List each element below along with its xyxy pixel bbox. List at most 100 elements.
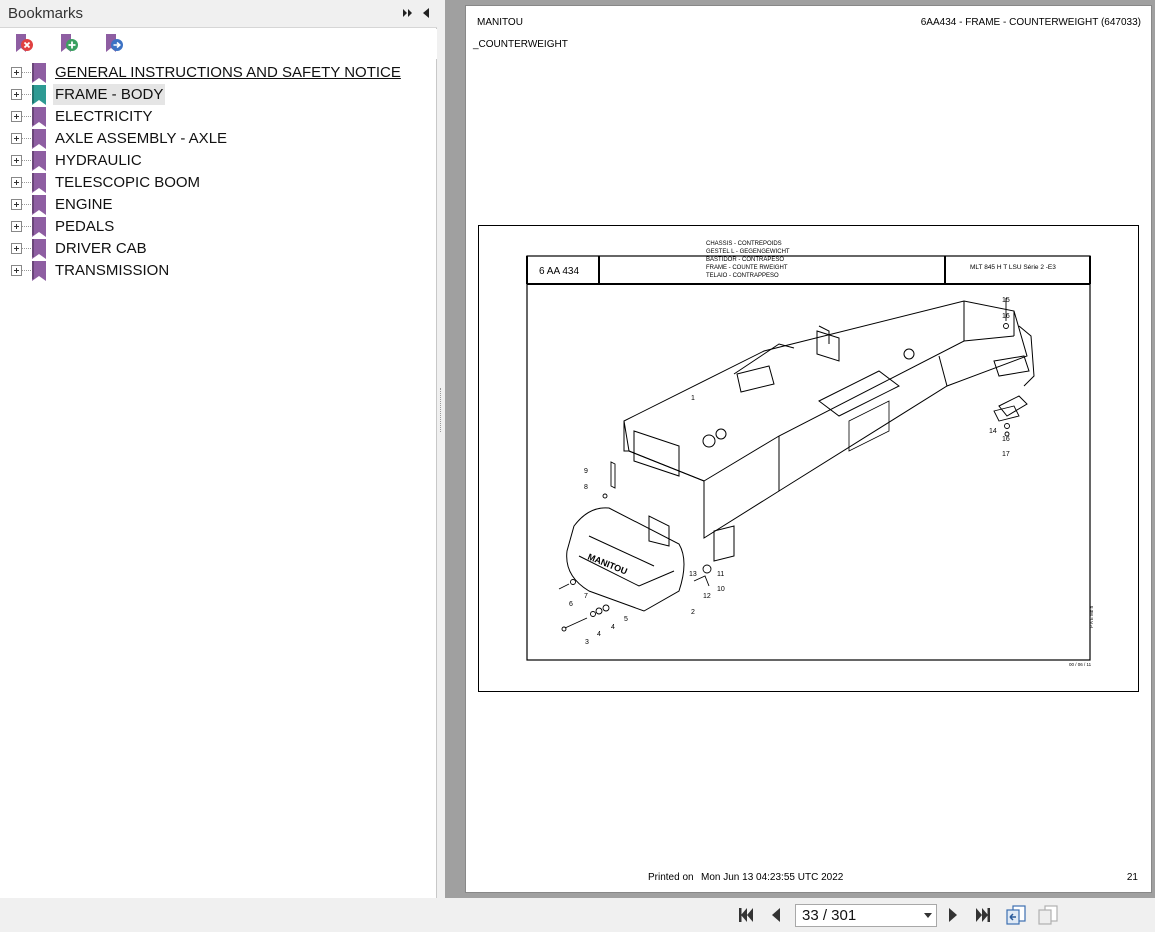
collapse-panel-icon[interactable] bbox=[419, 6, 433, 20]
callout-label: 2 bbox=[691, 609, 695, 616]
page-number-select[interactable]: 33 / 301 bbox=[795, 904, 937, 927]
page-navigation-bar bbox=[0, 898, 1155, 932]
previous-view-icon[interactable] bbox=[1005, 904, 1027, 926]
drawing-side-mark: P A E Mb h bbox=[1089, 605, 1094, 628]
first-page-icon[interactable] bbox=[737, 906, 755, 924]
callout-label: 15 bbox=[1002, 297, 1010, 304]
drawing-model: MLT 845 H T LSU Série 2 -E3 bbox=[970, 264, 1056, 271]
callout-label: 7 bbox=[584, 593, 588, 600]
expand-plus-icon[interactable] bbox=[11, 265, 22, 276]
splitter-grip bbox=[440, 388, 442, 432]
tree-connector bbox=[22, 138, 31, 139]
next-page-icon[interactable] bbox=[944, 906, 962, 924]
drawing-title-line: BASTIDOR - CONTRAPESO bbox=[706, 257, 784, 263]
bookmark-row[interactable]: GENERAL INSTRUCTIONS AND SAFETY NOTICE bbox=[0, 61, 437, 83]
bookmark-label[interactable]: ENGINE bbox=[53, 194, 115, 215]
callout-label: 12 bbox=[703, 593, 711, 600]
expand-panel-icon[interactable] bbox=[401, 6, 415, 20]
bookmark-row[interactable]: ENGINE bbox=[0, 193, 437, 215]
bookmark-row[interactable]: DRIVER CAB bbox=[0, 237, 437, 259]
expand-plus-icon[interactable] bbox=[11, 133, 22, 144]
callout-label: 13 bbox=[689, 571, 697, 578]
bookmark-icon bbox=[32, 217, 46, 237]
callout-label: 1 bbox=[691, 395, 695, 402]
bookmark-label[interactable]: DRIVER CAB bbox=[53, 238, 149, 259]
expand-plus-icon[interactable] bbox=[11, 243, 22, 254]
bookmarks-toolbar bbox=[0, 29, 437, 59]
add-bookmark-icon[interactable] bbox=[57, 32, 81, 56]
callout-label: 11 bbox=[717, 571, 724, 578]
bookmark-icon bbox=[32, 63, 46, 83]
bookmark-label[interactable]: AXLE ASSEMBLY - AXLE bbox=[53, 128, 229, 149]
page-indicator: 33 / 301 bbox=[802, 907, 857, 924]
delete-bookmark-icon[interactable] bbox=[12, 32, 36, 56]
callout-label: 9 bbox=[584, 468, 588, 475]
callout-label: 16 bbox=[1002, 313, 1010, 320]
footer-printed-date: Mon Jun 13 04:23:55 UTC 2022 bbox=[701, 872, 844, 883]
callout-label: 4 bbox=[611, 624, 615, 631]
bookmark-icon bbox=[32, 129, 46, 149]
callout-label: 3 bbox=[585, 639, 589, 646]
drawing-title-line: FRAME - COUNTE RWEIGHT bbox=[706, 265, 788, 271]
bookmark-row[interactable]: AXLE ASSEMBLY - AXLE bbox=[0, 127, 437, 149]
expand-plus-icon[interactable] bbox=[11, 155, 22, 166]
pdf-page: MANITOU 6AA434 - FRAME - COUNTERWEIGHT (… bbox=[465, 5, 1152, 893]
drawing-title-line: GESTEL L - GEGENGEWICHT bbox=[706, 249, 790, 255]
callout-label: 5 bbox=[624, 616, 628, 623]
bookmark-label[interactable]: TELESCOPIC BOOM bbox=[53, 172, 202, 193]
last-page-icon[interactable] bbox=[974, 906, 992, 924]
callout-label: 14 bbox=[989, 428, 997, 435]
bookmark-label[interactable]: PEDALS bbox=[53, 216, 116, 237]
bookmark-row[interactable]: PEDALS bbox=[0, 215, 437, 237]
bookmark-row[interactable]: TELESCOPIC BOOM bbox=[0, 171, 437, 193]
parts-diagram: 6 AA 434 CHASSIS - CONTREPOIDS GESTEL L … bbox=[526, 241, 1094, 667]
parts-drawing-frame: 6 AA 434 CHASSIS - CONTREPOIDS GESTEL L … bbox=[478, 225, 1139, 692]
bookmark-icon bbox=[32, 151, 46, 171]
drawing-title-line: TELAIO - CONTRAPPESO bbox=[706, 273, 779, 279]
document-view[interactable]: MANITOU 6AA434 - FRAME - COUNTERWEIGHT (… bbox=[445, 0, 1155, 898]
tree-connector bbox=[22, 94, 31, 95]
bookmark-label[interactable]: GENERAL INSTRUCTIONS AND SAFETY NOTICE bbox=[53, 62, 403, 83]
bookmark-icon bbox=[32, 261, 46, 281]
bookmark-row[interactable]: FRAME - BODY bbox=[0, 83, 437, 105]
bookmark-icon bbox=[32, 239, 46, 259]
chevron-down-icon bbox=[924, 913, 932, 918]
expand-plus-icon[interactable] bbox=[11, 89, 22, 100]
bookmark-icon bbox=[32, 107, 46, 127]
tree-connector bbox=[22, 182, 31, 183]
bookmark-row[interactable]: TRANSMISSION bbox=[0, 259, 437, 281]
tree-connector bbox=[22, 72, 31, 73]
tree-connector bbox=[22, 248, 31, 249]
expand-plus-icon[interactable] bbox=[11, 177, 22, 188]
next-view-icon[interactable] bbox=[1037, 904, 1059, 926]
callout-label: 6 bbox=[569, 601, 573, 608]
tree-connector bbox=[22, 226, 31, 227]
bookmarks-panel: Bookmarks GENERAL INSTRUCTIONS AND SAFET… bbox=[0, 0, 437, 898]
callout-label: 10 bbox=[717, 586, 725, 593]
tree-connector bbox=[22, 204, 31, 205]
drawing-code: 6 AA 434 bbox=[539, 266, 579, 277]
part-callouts: 1 2 3 4 4 5 6 7 8 9 10 11 12 13 14 15 16… bbox=[569, 297, 1010, 646]
bookmark-label[interactable]: TRANSMISSION bbox=[53, 260, 171, 281]
expand-plus-icon[interactable] bbox=[11, 199, 22, 210]
previous-page-icon[interactable] bbox=[767, 906, 785, 924]
bookmarks-panel-title: Bookmarks bbox=[8, 5, 84, 22]
page-header-right: 6AA434 - FRAME - COUNTERWEIGHT (647033) bbox=[920, 17, 1141, 28]
manitou-logo-mark: MANITOU bbox=[586, 552, 629, 577]
bookmark-row[interactable]: HYDRAULIC bbox=[0, 149, 437, 171]
bookmark-label[interactable]: FRAME - BODY bbox=[53, 84, 166, 105]
expand-plus-icon[interactable] bbox=[11, 67, 22, 78]
tree-connector bbox=[22, 160, 31, 161]
panel-splitter[interactable] bbox=[437, 0, 445, 898]
bookmark-label[interactable]: HYDRAULIC bbox=[53, 150, 144, 171]
bookmark-row[interactable]: ELECTRICITY bbox=[0, 105, 437, 127]
goto-bookmark-icon[interactable] bbox=[102, 32, 126, 56]
bookmark-icon bbox=[32, 195, 46, 215]
callout-label: 4 bbox=[597, 631, 601, 638]
tree-connector bbox=[22, 116, 31, 117]
tree-connector bbox=[22, 270, 31, 271]
page-header-left: MANITOU bbox=[477, 17, 523, 28]
bookmark-label[interactable]: ELECTRICITY bbox=[53, 106, 155, 127]
expand-plus-icon[interactable] bbox=[11, 221, 22, 232]
expand-plus-icon[interactable] bbox=[11, 111, 22, 122]
